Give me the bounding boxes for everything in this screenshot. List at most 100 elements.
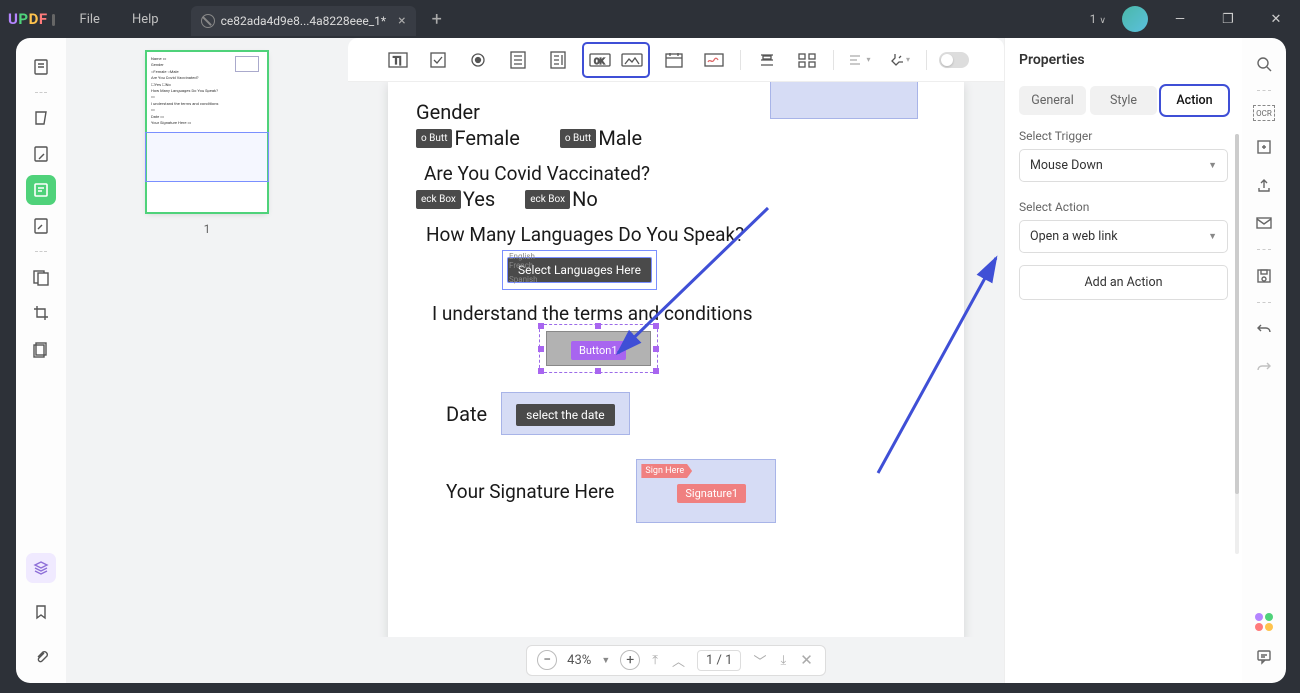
lang-label: How Many Languages Do You Speak?	[426, 223, 936, 246]
radio-tool[interactable]	[464, 46, 492, 74]
svg-text:T|: T|	[393, 56, 401, 67]
layers-icon[interactable]	[26, 553, 56, 583]
form-toolbar: T| OK ▾ ▾	[348, 38, 1004, 82]
bookmark-icon[interactable]	[26, 597, 56, 627]
page-input[interactable]: 1 / 1	[697, 650, 741, 671]
new-tab-button[interactable]: +	[432, 9, 442, 30]
edit-tool[interactable]	[26, 139, 56, 169]
gender-label: Gender	[416, 100, 936, 124]
list-tool[interactable]	[544, 46, 572, 74]
properties-title: Properties	[1019, 52, 1085, 68]
chevron-down-icon: ▼	[1208, 231, 1217, 242]
organize-tool[interactable]	[26, 211, 56, 241]
thumbnail-panel: Name ▭Gender○Female ○MaleAre You Covid V…	[66, 38, 348, 683]
signature-field[interactable]: Sign Here Signature1	[636, 459, 776, 523]
last-page-button[interactable]: ⤓	[778, 653, 788, 668]
undo-icon[interactable]	[1252, 317, 1276, 341]
zoom-dropdown-icon[interactable]: ▼	[601, 655, 610, 666]
app-logo: UPDF	[8, 10, 55, 28]
crop-tool[interactable]	[26, 298, 56, 328]
redo-icon[interactable]	[1252, 355, 1276, 379]
button-field[interactable]: Button1	[546, 331, 651, 366]
comment-tool[interactable]	[26, 103, 56, 133]
tab-general[interactable]: General	[1019, 86, 1086, 115]
date-field[interactable]: select the date	[501, 392, 629, 435]
action-select[interactable]: Open a web link ▼	[1019, 220, 1228, 253]
chevron-down-icon: ▼	[1208, 160, 1217, 171]
tab-close-icon[interactable]: ×	[398, 13, 405, 29]
thumbnail-page-number: 1	[204, 222, 211, 236]
tab-action[interactable]: Action	[1161, 86, 1228, 115]
signature-label: Your Signature Here	[446, 480, 614, 503]
preview-toggle[interactable]	[939, 52, 969, 68]
tab-doc-icon	[201, 14, 215, 28]
tools-dropdown[interactable]: ▾	[886, 46, 914, 74]
image-button-tool[interactable]	[618, 46, 646, 74]
email-icon[interactable]	[1252, 211, 1276, 235]
close-bar-button[interactable]: ✕	[798, 651, 815, 669]
covid-label: Are You Covid Vaccinated?	[424, 162, 936, 185]
no-label: No	[572, 187, 598, 211]
more-align-tool[interactable]: ▾	[846, 46, 874, 74]
document-tab[interactable]: ce82ada4d9e8...4a8228eee_1* ×	[191, 6, 416, 36]
align-tool[interactable]	[753, 46, 781, 74]
reader-tool[interactable]	[26, 52, 56, 82]
ocr-icon[interactable]: OCR	[1253, 105, 1275, 121]
checkbox-tag[interactable]: eck Box	[525, 190, 570, 209]
dropdown-tool[interactable]	[504, 46, 532, 74]
page-thumbnail[interactable]: Name ▭Gender○Female ○MaleAre You Covid V…	[147, 52, 267, 212]
zoom-percent[interactable]: 43%	[567, 653, 591, 668]
redact-tool[interactable]	[26, 262, 56, 292]
radio-tag[interactable]: o Butt	[560, 129, 596, 148]
maximize-button[interactable]: ❐	[1212, 12, 1244, 27]
properties-tabs: General Style Action	[1019, 86, 1228, 115]
first-page-button[interactable]: ⤒	[650, 653, 660, 668]
distribute-tool[interactable]	[793, 46, 821, 74]
zoom-in-button[interactable]: +	[620, 650, 640, 670]
zoom-out-button[interactable]: −	[537, 650, 557, 670]
panel-scrollbar[interactable]	[1235, 134, 1239, 554]
convert-icon[interactable]	[1252, 135, 1276, 159]
terms-label: I understand the terms and conditions	[432, 302, 936, 325]
prev-page-button[interactable]: ︿	[670, 651, 687, 670]
version-label[interactable]: 1 ∨	[1090, 12, 1106, 26]
properties-panel: Properties General Style Action Select T…	[1004, 38, 1242, 683]
next-page-button[interactable]: ﹀	[751, 651, 768, 670]
date-tool[interactable]	[660, 46, 688, 74]
form-tool[interactable]	[26, 175, 56, 205]
comment-panel-icon[interactable]	[1252, 645, 1276, 669]
checkbox-tag[interactable]: eck Box	[416, 190, 461, 209]
updf-logo-icon[interactable]	[1255, 613, 1273, 631]
share-icon[interactable]	[1252, 173, 1276, 197]
action-label: Select Action	[1019, 200, 1228, 214]
button-field-label: Button1	[571, 341, 626, 360]
menu-file[interactable]: File	[80, 12, 100, 27]
menu-help[interactable]: Help	[132, 12, 159, 27]
tab-style[interactable]: Style	[1090, 86, 1157, 115]
attachment-icon[interactable]	[26, 641, 56, 671]
yes-label: Yes	[463, 187, 495, 211]
button-tool[interactable]: OK	[586, 46, 614, 74]
radio-tag[interactable]: o Butt	[416, 129, 452, 148]
right-toolbar: OCR	[1242, 38, 1286, 683]
account-avatar[interactable]	[1122, 6, 1148, 32]
signature-tool[interactable]	[700, 46, 728, 74]
canvas-area: T| OK ▾ ▾ Gender	[348, 38, 1004, 683]
close-button[interactable]: ✕	[1260, 12, 1292, 27]
app-body: Name ▭Gender○Female ○MaleAre You Covid V…	[16, 38, 1286, 683]
save-icon[interactable]	[1252, 264, 1276, 288]
search-icon[interactable]	[1252, 52, 1276, 76]
minimize-button[interactable]: —	[1164, 12, 1196, 27]
left-toolbar	[16, 38, 66, 683]
checkbox-tool[interactable]	[424, 46, 452, 74]
language-list-field[interactable]: English French Spanish Select Languages …	[502, 250, 657, 290]
add-action-button[interactable]: Add an Action	[1019, 265, 1228, 300]
title-bar: UPDF File Help ce82ada4d9e8...4a8228eee_…	[0, 0, 1300, 38]
trigger-select[interactable]: Mouse Down ▼	[1019, 149, 1228, 182]
text-field-tool[interactable]: T|	[384, 46, 412, 74]
female-label: Female	[454, 126, 519, 150]
compress-tool[interactable]	[26, 334, 56, 364]
trigger-label: Select Trigger	[1019, 129, 1228, 143]
bottom-bar: − 43% ▼ + ⤒ ︿ 1 / 1 ﹀ ⤓ ✕	[348, 637, 1004, 683]
pdf-page[interactable]: Gender o Butt Female o Butt Male Are You	[388, 82, 964, 637]
